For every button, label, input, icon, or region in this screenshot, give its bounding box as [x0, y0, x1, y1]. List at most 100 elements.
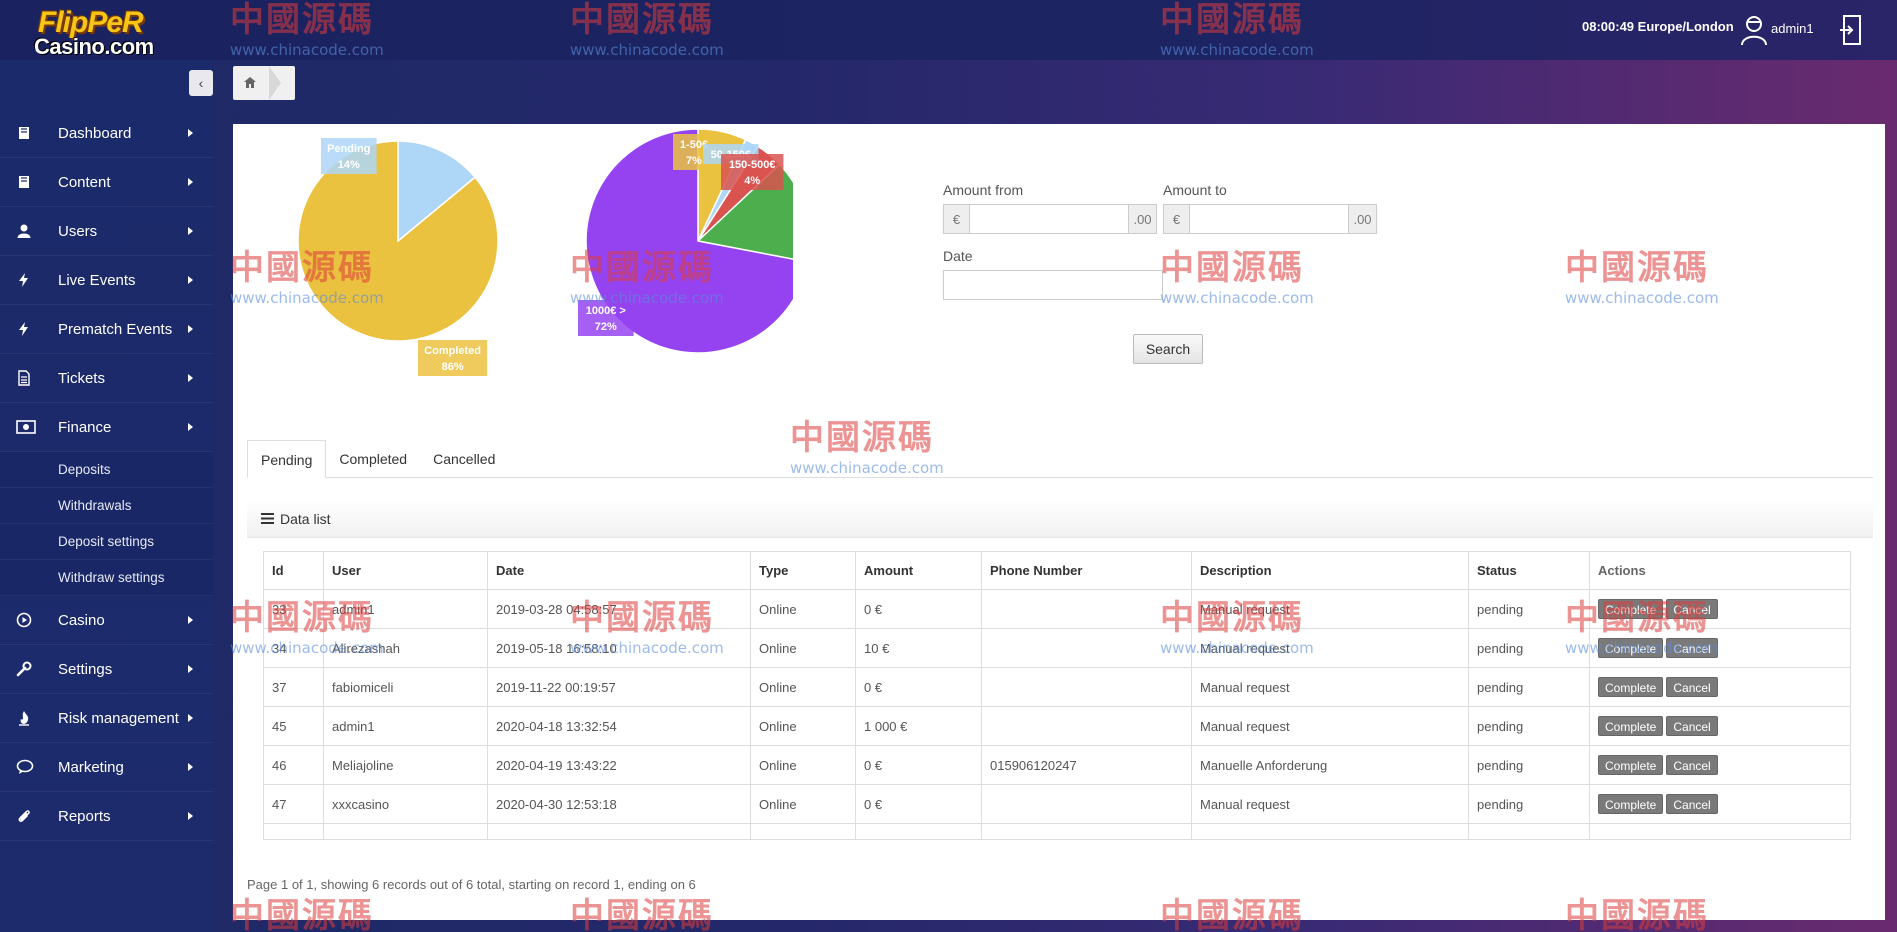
date-input[interactable] [943, 270, 1163, 300]
cell-amount: 0 € [855, 667, 982, 707]
cell-phone [981, 589, 1192, 629]
cell-status: pending [1468, 745, 1590, 785]
cell-type: Online [750, 628, 856, 668]
cell-status: pending [1468, 667, 1590, 707]
cell-actions: Complete Cancel [1589, 589, 1851, 629]
sidebar-item-marketing[interactable]: Marketing [0, 743, 213, 792]
cell-phone [981, 706, 1192, 746]
sidebar-item-users[interactable]: Users [0, 207, 213, 256]
sidebar-subitem-deposit-settings[interactable]: Deposit settings [0, 524, 213, 560]
amount-to-input[interactable] [1190, 205, 1348, 233]
complete-button[interactable]: Complete [1598, 638, 1664, 658]
sidebar-item-risk-management[interactable]: Risk management [0, 694, 213, 743]
amount-from-input[interactable] [970, 205, 1128, 233]
withdrawals-table: Id User Date Type Amount Phone Number De… [263, 551, 1851, 840]
complete-button[interactable]: Complete [1598, 755, 1664, 775]
sidebar-item-label: Finance [58, 418, 112, 436]
tab-cancelled[interactable]: Cancelled [420, 440, 508, 478]
cancel-button[interactable]: Cancel [1666, 755, 1718, 775]
caret-right-icon [188, 129, 193, 137]
sidebar-collapse-button[interactable]: ‹ [189, 70, 213, 96]
cell-amount: 0 € [855, 745, 982, 785]
tab-pending[interactable]: Pending [247, 440, 327, 478]
document-icon [0, 370, 58, 386]
col-user[interactable]: User [323, 551, 488, 590]
cell-actions: Complete Cancel [1589, 706, 1851, 746]
sidebar-subitem-withdraw-settings[interactable]: Withdraw settings [0, 560, 213, 596]
main-panel: Pending14%Completed86%1-50€7%50-150€150-… [233, 124, 1885, 920]
sidebar-item-content[interactable]: Content [0, 158, 213, 207]
cell-date: 2020-04-18 13:32:54 [487, 706, 751, 746]
search-button[interactable]: Search [1133, 334, 1203, 364]
caret-right-icon [188, 714, 193, 722]
cell-user: Alirezashah [323, 628, 488, 668]
col-phone[interactable]: Phone Number [981, 551, 1192, 590]
currency-addon: € [1164, 205, 1190, 233]
col-type[interactable]: Type [750, 551, 856, 590]
cell-type: Online [750, 784, 856, 824]
cell-description: Manual request [1191, 706, 1469, 746]
cell-status: pending [1468, 589, 1590, 629]
sidebar-subitem-deposits[interactable]: Deposits [0, 452, 213, 488]
breadcrumb-separator [269, 66, 281, 100]
caret-right-icon [188, 616, 193, 624]
sidebar-item-tickets[interactable]: Tickets [0, 354, 213, 403]
sidebar-item-finance[interactable]: Finance [0, 403, 213, 452]
breadcrumb [233, 66, 295, 100]
col-date[interactable]: Date [487, 551, 751, 590]
col-description[interactable]: Description [1191, 551, 1469, 590]
cell-type: Online [750, 706, 856, 746]
pie-label: Pending 14% [321, 138, 377, 174]
cell-actions: Complete Cancel [1589, 667, 1851, 707]
caret-right-icon [188, 276, 193, 284]
sidebar-subitem-withdrawals[interactable]: Withdrawals [0, 488, 213, 524]
complete-button[interactable]: Complete [1598, 677, 1664, 697]
caret-right-icon [188, 812, 193, 820]
pie-label-name: Completed [424, 345, 481, 357]
sidebar-item-prematch-events[interactable]: Prematch Events [0, 305, 213, 354]
casino-logo[interactable]: FlipPeR Casino.com [34, 6, 180, 59]
tab-completed[interactable]: Completed [326, 440, 420, 478]
sidebar-item-reports[interactable]: Reports [0, 792, 213, 841]
col-id[interactable]: Id [263, 551, 324, 590]
caret-right-icon [188, 763, 193, 771]
username[interactable]: admin1 [1771, 21, 1814, 36]
cancel-button[interactable]: Cancel [1666, 716, 1718, 736]
top-bar: FlipPeR Casino.com 08:00:49 Europe/Londo… [0, 0, 1897, 60]
sidebar-item-label: Settings [58, 660, 113, 678]
complete-button[interactable]: Complete [1598, 716, 1664, 736]
sidebar-item-casino[interactable]: Casino [0, 596, 213, 645]
cell-phone: 015906120247 [981, 745, 1192, 785]
sidebar-item-dashboard[interactable]: Dashboard [0, 109, 213, 158]
home-icon[interactable] [243, 76, 257, 92]
cell-user: admin1 [323, 706, 488, 746]
list-icon [261, 511, 274, 527]
col-status[interactable]: Status [1468, 551, 1590, 590]
col-actions: Actions [1589, 551, 1851, 590]
user-avatar-icon[interactable] [1740, 14, 1768, 49]
table-row: 45 admin1 2020-04-18 13:32:54 Online 1 000 €… [263, 706, 1851, 746]
cell-description: Manual request [1191, 667, 1469, 707]
amount-from-group: € .00 [943, 204, 1157, 234]
sidebar-item-label: Tickets [58, 369, 105, 387]
cancel-button[interactable]: Cancel [1666, 677, 1718, 697]
sidebar-item-settings[interactable]: Settings [0, 645, 213, 694]
sidebar-item-live-events[interactable]: Live Events [0, 256, 213, 305]
col-amount[interactable]: Amount [855, 551, 982, 590]
cell-phone [981, 667, 1192, 707]
cell-id: 34 [263, 628, 324, 668]
cancel-button[interactable]: Cancel [1666, 638, 1718, 658]
data-list-title: Data list [280, 510, 331, 527]
money-icon [0, 420, 58, 434]
complete-button[interactable]: Complete [1598, 599, 1664, 619]
logout-icon[interactable] [1838, 14, 1864, 49]
decimals-addon: .00 [1348, 205, 1376, 233]
caret-right-icon [188, 178, 193, 186]
complete-button[interactable]: Complete [1598, 794, 1664, 814]
cell-status: pending [1468, 784, 1590, 824]
cancel-button[interactable]: Cancel [1666, 599, 1718, 619]
server-clock: 08:00:49 Europe/London [1582, 19, 1734, 34]
bolt-icon [0, 321, 58, 337]
cell-type: Online [750, 589, 856, 629]
cancel-button[interactable]: Cancel [1666, 794, 1718, 814]
